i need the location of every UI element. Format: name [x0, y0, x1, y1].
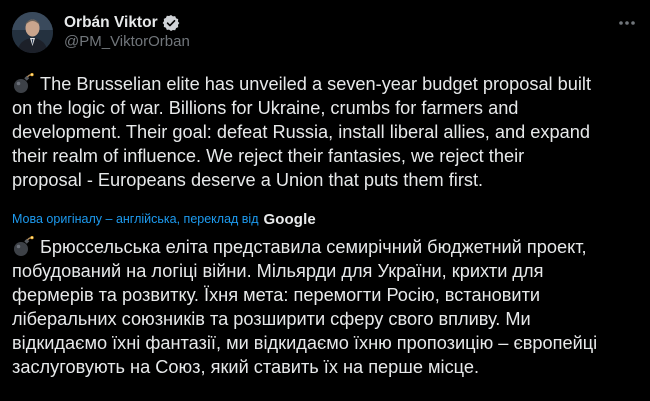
- more-options-button[interactable]: [614, 10, 640, 36]
- tweet-text-line: development. Their goal: defeat Russia, …: [12, 122, 590, 142]
- tweet-text-line: proposal - Europeans deserve a Union tha…: [12, 170, 484, 190]
- avatar[interactable]: [12, 12, 53, 53]
- more-options-icon: [619, 21, 635, 25]
- tweet-text-line: their realm of influence. We reject thei…: [12, 146, 525, 166]
- tweet-text-line-content: The Brusselian elite has unveiled a seve…: [40, 74, 592, 94]
- translated-text-line: ліберальних союзників та розширити сферу…: [12, 309, 531, 329]
- translated-text-line: Брюссельська еліта представила семирічни…: [12, 235, 638, 259]
- author-handle[interactable]: @PM_ViktorOrban: [64, 33, 190, 50]
- translation-note-link[interactable]: Мова оригіналу – англійська, переклад ві…: [12, 212, 259, 226]
- tweet-translated-text: Брюссельська еліта представила семирічни…: [12, 235, 638, 379]
- translated-text-line: заслуговують на Союз, який ставить їх на…: [12, 357, 480, 377]
- translated-text-line-content: Брюссельська еліта представила семирічни…: [40, 237, 587, 257]
- bomb-emoji-icon: [12, 235, 34, 257]
- verified-badge-icon: [162, 14, 180, 32]
- translated-text-line: побудований на логіці війни. Мільярди дл…: [12, 261, 544, 281]
- translation-attribution: Мова оригіналу – англійська, переклад ві…: [12, 210, 316, 228]
- tweet-post: Orbán Viktor @PM_ViktorOrban The Brussel…: [0, 0, 650, 401]
- tweet-original-text: The Brusselian elite has unveiled a seve…: [12, 72, 638, 192]
- author-name-row: Orbán Viktor: [64, 13, 180, 33]
- google-logo: Google: [263, 210, 316, 228]
- bomb-emoji-icon: [12, 72, 34, 94]
- tweet-text-line: The Brusselian elite has unveiled a seve…: [12, 72, 638, 96]
- translated-text-line: фермерів та розвитку. Їхня мета: перемог…: [12, 285, 541, 305]
- translated-text-line: відкидаємо їхні фантазії, ми відкидаємо …: [12, 333, 598, 353]
- author-display-name[interactable]: Orbán Viktor: [64, 14, 158, 32]
- tweet-text-line: on the logic of war. Billions for Ukrain…: [12, 98, 519, 118]
